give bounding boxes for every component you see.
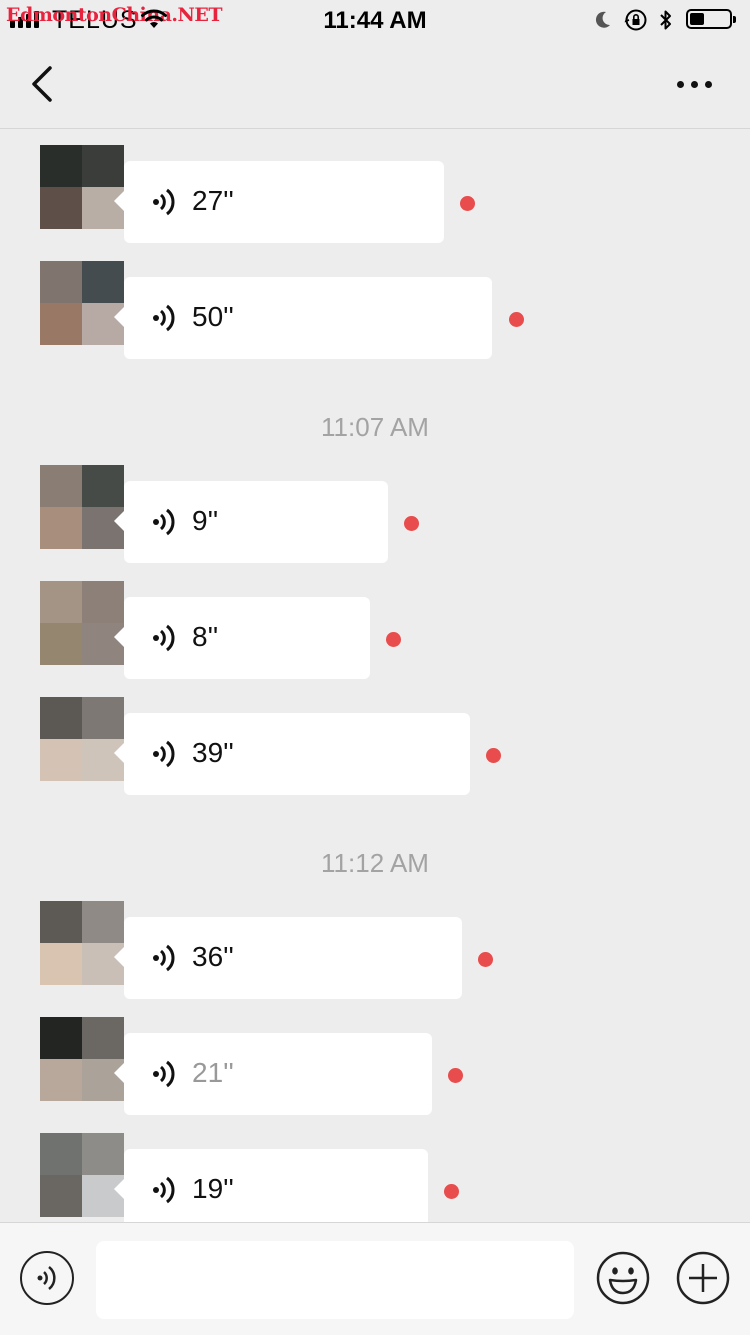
back-chevron-icon	[32, 66, 52, 102]
voice-message: 50''	[0, 261, 750, 361]
voice-icon	[153, 1176, 175, 1204]
more-dots-icon	[676, 80, 712, 88]
plus-icon[interactable]	[676, 1251, 730, 1305]
rotation-lock-icon	[624, 9, 647, 31]
voice-message-bubble[interactable]: 9''	[114, 481, 388, 563]
voice-icon	[153, 624, 175, 652]
voice-duration: 50''	[192, 301, 234, 332]
voice-duration: 19''	[192, 1173, 234, 1204]
voice-message: 39''	[0, 697, 750, 797]
voice-duration: 27''	[192, 185, 234, 216]
emoji-icon[interactable]	[596, 1251, 650, 1305]
avatar[interactable]	[40, 901, 124, 985]
voice-duration: 36''	[192, 941, 234, 972]
voice-icon	[153, 188, 175, 216]
unread-dot	[478, 952, 493, 967]
voice-icon	[153, 740, 175, 768]
voice-message: 19''	[0, 1133, 750, 1233]
chat-timestamp: 11:12 AM	[321, 848, 429, 878]
voice-message-bubble[interactable]: 21''	[114, 1033, 432, 1115]
voice-message: 36''	[0, 901, 750, 1001]
chat-timestamp: 11:07 AM	[321, 412, 429, 442]
voice-message-bubble[interactable]: 50''	[114, 277, 492, 359]
voice-icon	[153, 508, 175, 536]
unread-dot	[386, 632, 401, 647]
navigation-bar	[0, 40, 750, 129]
voice-message: 21''	[0, 1017, 750, 1117]
unread-dot	[509, 312, 524, 327]
voice-duration: 9''	[192, 505, 219, 536]
avatar[interactable]	[40, 581, 124, 665]
bluetooth-icon	[660, 10, 671, 30]
back-button[interactable]	[26, 62, 66, 106]
avatar[interactable]	[40, 1133, 124, 1217]
voice-message: 27''	[0, 145, 750, 245]
avatar[interactable]	[40, 465, 124, 549]
message-text-input[interactable]	[96, 1241, 574, 1319]
status-bar: TELUS EdmontonChina.NET 11:44 AM	[0, 0, 750, 40]
voice-message: 9''	[0, 465, 750, 565]
voice-duration: 8''	[192, 621, 219, 652]
more-options-button[interactable]	[668, 68, 720, 100]
voice-duration: 39''	[192, 737, 234, 768]
avatar[interactable]	[40, 1017, 124, 1101]
battery-icon	[686, 9, 736, 29]
unread-dot	[486, 748, 501, 763]
unread-dot	[404, 516, 419, 531]
chat-input-bar	[0, 1222, 750, 1335]
unread-dot	[460, 196, 475, 211]
avatar[interactable]	[40, 697, 124, 781]
voice-message-bubble[interactable]: 36''	[114, 917, 462, 999]
avatar[interactable]	[40, 261, 124, 345]
voice-input-toggle-button[interactable]	[20, 1251, 74, 1305]
voice-message-bubble[interactable]: 27''	[114, 161, 444, 243]
voice-icon	[37, 1266, 56, 1290]
voice-message: 8''	[0, 581, 750, 681]
unread-dot	[444, 1184, 459, 1199]
voice-icon	[153, 304, 175, 332]
voice-icon	[153, 1060, 175, 1088]
avatar[interactable]	[40, 145, 124, 229]
voice-icon	[153, 944, 175, 972]
do-not-disturb-moon-icon	[595, 11, 610, 28]
voice-message-bubble[interactable]: 39''	[114, 713, 470, 795]
voice-message-bubble[interactable]: 8''	[114, 597, 370, 679]
voice-duration: 21''	[192, 1057, 234, 1088]
voice-message-bubble[interactable]: 19''	[114, 1149, 428, 1231]
unread-dot	[448, 1068, 463, 1083]
